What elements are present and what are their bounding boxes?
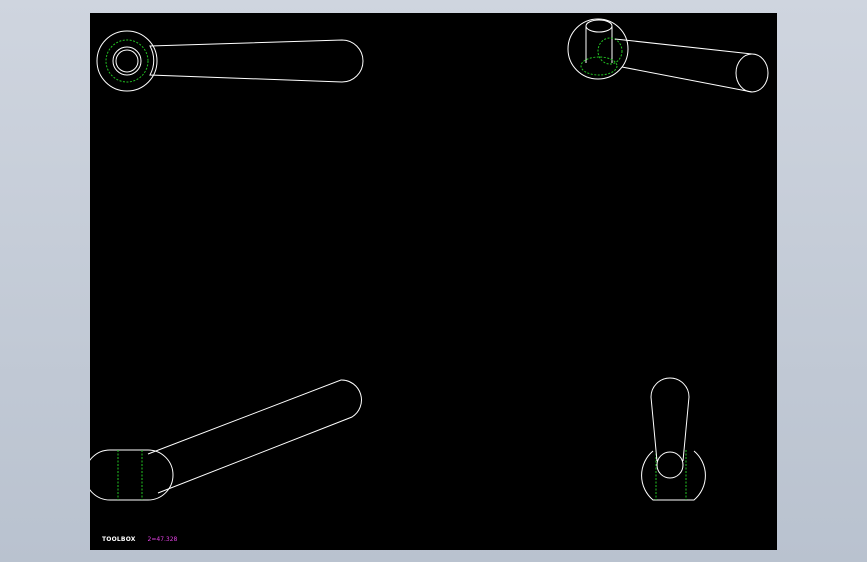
iso-hub-sphere [567,18,629,80]
side-arm-root-circle [656,451,684,479]
drawing-canvas [90,18,769,501]
iso-bore-top [585,19,613,33]
front-handle-arm [147,379,362,494]
drawing-footer: TOOLBOX 2=47.328 [102,536,177,543]
side-handle-arm [650,377,690,462]
hub-bore-inner [115,49,139,73]
company-label: TOOLBOX [102,536,136,543]
top-view [96,30,364,92]
front-view [90,379,362,501]
drawing-viewport[interactable]: TOOLBOX 2=47.328 [90,13,777,550]
scale-readout: 2=47.328 [147,536,178,543]
handle-arm-top [149,39,364,83]
iso-arm-root-hidden [597,37,623,65]
side-view [641,377,706,501]
hub-bore-outer [112,46,142,76]
iso-arm-upper-edge [614,38,753,55]
hub-hidden-circle [105,39,149,83]
isometric-view [567,18,769,93]
side-hub [641,450,706,501]
iso-arm-lower-edge [621,66,753,93]
iso-arm-tip [735,53,769,93]
